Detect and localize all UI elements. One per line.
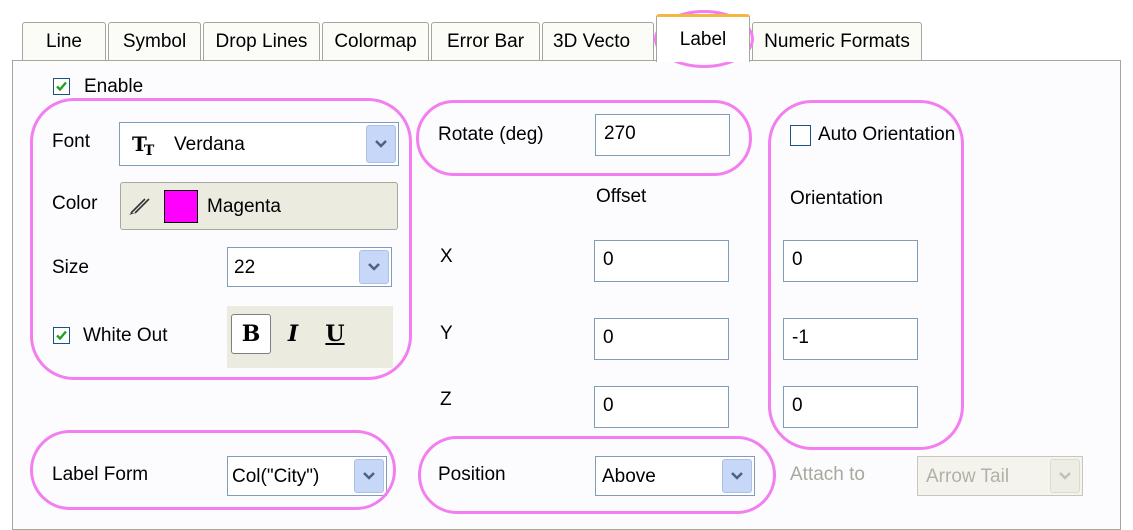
label-form-value: Col("City") (232, 466, 320, 487)
color-value: Magenta (207, 196, 281, 217)
offset-header: Offset (596, 186, 647, 207)
auto-orientation-checkbox[interactable] (790, 125, 811, 146)
offset-z-input[interactable]: 0 (594, 386, 729, 428)
label-form-select[interactable]: Col("City") (227, 456, 387, 496)
tab-label: Drop Lines (215, 30, 308, 52)
truetype-font-icon: TT (132, 132, 155, 159)
font-label: Font (52, 131, 91, 152)
position-label: Position (438, 464, 506, 485)
italic-glyph: I (287, 321, 299, 347)
white-out-checkbox[interactable] (53, 327, 70, 344)
attach-to-label: Attach to (790, 464, 865, 485)
pencil-icon (129, 198, 150, 215)
rotate-label: Rotate (deg) (438, 124, 544, 145)
tab-label: Colormap (334, 30, 417, 52)
tab-label: Error Bar (446, 30, 525, 52)
position-select[interactable]: Above (595, 456, 755, 496)
y-label: Y (440, 323, 453, 344)
tab-label[interactable]: Label (656, 14, 750, 62)
tab-line[interactable]: Line (22, 22, 106, 60)
orientation-z-input[interactable]: 0 (783, 386, 918, 428)
italic-button[interactable]: I (273, 314, 313, 354)
tab-symbol[interactable]: Symbol (108, 22, 201, 60)
tab-label: Numeric Formats (764, 30, 910, 52)
check-icon (56, 81, 67, 92)
tab-label-text: Label (679, 28, 727, 50)
attach-to-select: Arrow Tail (917, 456, 1083, 496)
orientation-x-input[interactable]: 0 (783, 240, 918, 282)
attach-to-value: Arrow Tail (926, 466, 1010, 487)
chevron-down-icon (1050, 459, 1080, 493)
tab-colormap[interactable]: Colormap (322, 22, 429, 60)
orientation-header: Orientation (790, 188, 883, 209)
underline-glyph: U (325, 321, 345, 347)
bold-glyph: B (241, 321, 261, 347)
tab-drop-lines[interactable]: Drop Lines (203, 22, 320, 60)
enable-checkbox[interactable] (53, 78, 70, 95)
tab-error-bar[interactable]: Error Bar (431, 22, 540, 60)
label-form-label: Label Form (52, 464, 149, 485)
x-label: X (440, 246, 453, 267)
color-button[interactable]: Magenta (120, 182, 398, 230)
z-label: Z (440, 389, 452, 410)
chevron-down-icon[interactable] (354, 459, 384, 493)
font-value: Verdana (174, 134, 245, 155)
tab-label: 3D Vecto (553, 30, 631, 52)
check-icon (56, 330, 67, 341)
size-value: 22 (234, 257, 256, 278)
size-select[interactable]: 22 (227, 247, 392, 287)
rotate-input[interactable]: 270 (595, 114, 730, 156)
auto-orientation-label: Auto Orientation (818, 124, 956, 145)
font-select[interactable]: TT Verdana (119, 122, 399, 166)
chevron-down-icon[interactable] (366, 125, 396, 163)
color-label: Color (52, 193, 98, 214)
chevron-down-icon[interactable] (359, 250, 389, 284)
size-label: Size (52, 257, 89, 278)
offset-x-input[interactable]: 0 (594, 240, 729, 282)
white-out-label: White Out (83, 325, 168, 346)
underline-button[interactable]: U (315, 314, 355, 354)
color-swatch (164, 190, 198, 223)
offset-y-input[interactable]: 0 (594, 318, 729, 360)
position-value: Above (602, 466, 656, 487)
tab-3d-vector[interactable]: 3D Vecto (542, 22, 654, 60)
chevron-down-icon[interactable] (722, 459, 752, 493)
enable-label: Enable (84, 76, 144, 97)
tab-label: Symbol (122, 30, 187, 52)
text-style-toolbar: B I U (227, 306, 393, 368)
tab-label: Line (46, 30, 82, 52)
orientation-y-input[interactable]: -1 (783, 318, 918, 360)
bold-button[interactable]: B (231, 314, 271, 354)
tab-numeric-formats[interactable]: Numeric Formats (752, 22, 922, 60)
